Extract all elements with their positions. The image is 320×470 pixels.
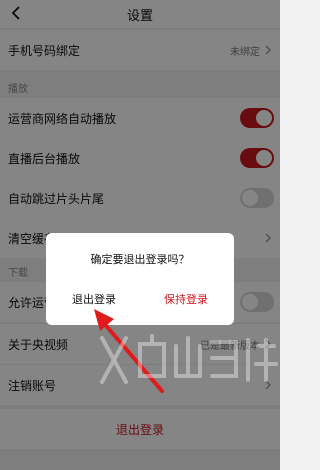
- watermark-logo: [100, 334, 278, 384]
- keep-login-button[interactable]: 保持登录: [164, 291, 208, 307]
- dialog-message: 确定要退出登录吗？: [90, 253, 190, 266]
